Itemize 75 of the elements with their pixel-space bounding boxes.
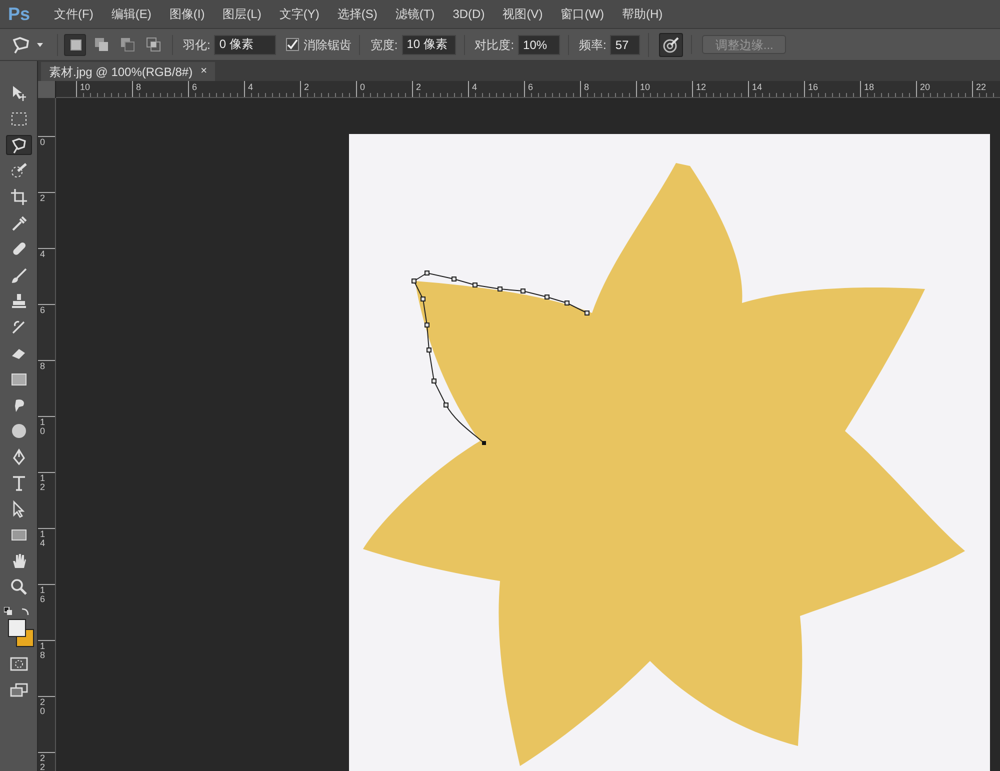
color-swatches-drawing[interactable] — [8, 619, 34, 647]
menu-item[interactable]: 滤镜(T) — [395, 5, 435, 23]
field-label: 对比度: — [474, 36, 514, 54]
ruler-label: 12 — [40, 474, 46, 492]
menu-item[interactable]: 帮助(H) — [622, 5, 663, 23]
ruler-label: 2 — [304, 82, 310, 92]
antialias-checkbox[interactable] — [286, 38, 300, 51]
app-logo: Ps — [8, 2, 30, 26]
contrast-field[interactable]: 10% — [518, 34, 560, 54]
ruler-label: 16 — [808, 82, 818, 92]
checkbox-label: 消除锯齿 — [303, 36, 352, 54]
menu-item[interactable]: 窗口(W) — [560, 5, 604, 23]
brush-icon — [10, 266, 28, 284]
ruler-label: 18 — [864, 82, 874, 92]
document-tab[interactable]: 素材.jpg @ 100%(RGB/8#) × — [41, 62, 216, 81]
ruler-label: 22 — [976, 82, 986, 92]
lasso-icon — [10, 136, 28, 154]
crop-icon — [10, 188, 28, 206]
eyedropper-icon — [10, 214, 28, 232]
menu-item[interactable]: 视图(V) — [502, 5, 543, 23]
ruler-label: 0 — [40, 138, 46, 147]
menu-item[interactable]: 编辑(E) — [111, 5, 152, 23]
intersect-selection-icon — [144, 36, 162, 53]
ruler-label: 18 — [40, 642, 46, 660]
menu-item[interactable]: 3D(D) — [452, 5, 485, 23]
ruler-label: 10 — [640, 82, 650, 92]
ruler-label: 2 — [40, 194, 46, 203]
field-label: 频率: — [579, 36, 606, 54]
stamp-icon — [10, 292, 28, 310]
subtract-selection-icon — [118, 36, 136, 53]
menu-item[interactable]: 文件(F) — [54, 5, 94, 23]
ruler-label: 14 — [752, 82, 762, 92]
field-label: 羽化: — [183, 36, 210, 54]
ruler-label: 16 — [40, 586, 46, 604]
close-tab-button[interactable]: × — [200, 63, 208, 80]
add-selection-icon — [92, 36, 110, 53]
feather-field[interactable]: 0 像素 — [214, 34, 276, 54]
menu-item[interactable]: 文字(Y) — [279, 5, 320, 23]
ruler-label: 10 — [40, 418, 46, 436]
dropdown-caret-icon[interactable] — [37, 42, 43, 46]
zoom-icon — [10, 578, 28, 596]
document-title: 素材.jpg @ 100%(RGB/8#) — [49, 64, 193, 80]
ruler-label: 6 — [528, 82, 534, 92]
ruler-label: 20 — [40, 698, 46, 716]
ruler-label: 2 — [416, 82, 422, 92]
screen-mode-icon[interactable] — [10, 683, 28, 698]
ruler-label: 6 — [192, 82, 198, 92]
menu-item[interactable]: 选择(S) — [337, 5, 378, 23]
menu-item[interactable]: 图层(L) — [222, 5, 262, 23]
ruler-label: 6 — [40, 306, 46, 315]
selection-mode-button[interactable] — [64, 34, 86, 56]
ruler-label: 8 — [136, 82, 142, 92]
swap-colors-icon[interactable] — [4, 607, 30, 616]
ruler-label: 0 — [360, 82, 366, 92]
width-field[interactable]: 10 像素 — [402, 34, 456, 54]
quick-mask-icon[interactable] — [10, 657, 28, 671]
lasso-tool-button[interactable] — [6, 135, 32, 155]
dodge-icon — [10, 422, 28, 440]
quick-selection-icon — [10, 162, 28, 180]
pen-pressure-button[interactable] — [659, 32, 684, 56]
ruler-label: 4 — [40, 250, 46, 259]
ruler-label: 12 — [696, 82, 706, 92]
field-label: 宽度: — [370, 36, 398, 54]
ruler-label: 8 — [584, 82, 590, 92]
ruler-label: 20 — [920, 82, 930, 92]
ruler-label: 22 — [40, 754, 46, 771]
frequency-field[interactable]: 57 — [610, 34, 640, 54]
ruler-label: 14 — [40, 530, 46, 548]
ruler-label: 8 — [40, 362, 46, 371]
history-brush-icon — [10, 318, 28, 336]
marquee-icon — [10, 110, 28, 128]
menu-item[interactable]: 图像(I) — [169, 5, 205, 23]
ruler-label: 4 — [472, 82, 478, 92]
ruler-label: 4 — [248, 82, 254, 92]
ruler-label: 10 — [80, 82, 90, 92]
